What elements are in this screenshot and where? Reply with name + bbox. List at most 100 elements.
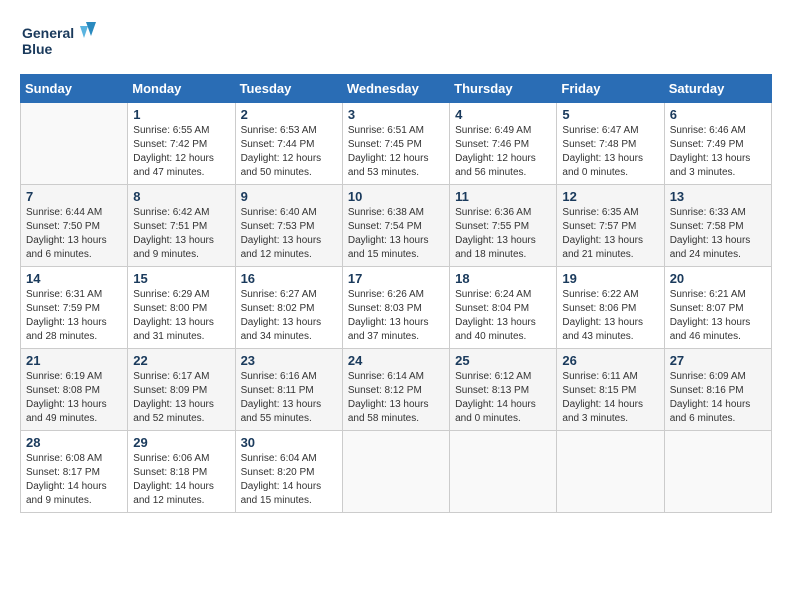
day-info: Sunrise: 6:35 AMSunset: 7:57 PMDaylight:… <box>562 206 658 262</box>
day-number: 28 <box>26 435 122 450</box>
day-number: 18 <box>455 271 551 286</box>
day-info: Sunrise: 6:06 AMSunset: 8:18 PMDaylight:… <box>133 452 229 508</box>
day-number: 23 <box>241 353 337 368</box>
logo: General Blue <box>20 20 100 64</box>
calendar-table: SundayMondayTuesdayWednesdayThursdayFrid… <box>20 74 772 513</box>
calendar-cell: 28 Sunrise: 6:08 AMSunset: 8:17 PMDayligh… <box>21 431 128 513</box>
day-info: Sunrise: 6:31 AMSunset: 7:59 PMDaylight:… <box>26 288 122 344</box>
calendar-cell: 15 Sunrise: 6:29 AMSunset: 8:00 PMDayligh… <box>128 267 235 349</box>
day-number: 1 <box>133 107 229 122</box>
day-info: Sunrise: 6:26 AMSunset: 8:03 PMDaylight:… <box>348 288 444 344</box>
day-info: Sunrise: 6:04 AMSunset: 8:20 PMDaylight:… <box>241 452 337 508</box>
calendar-cell: 13 Sunrise: 6:33 AMSunset: 7:58 PMDayligh… <box>664 185 771 267</box>
calendar-cell: 8Sunrise: 6:42 AMSunset: 7:51 PMDaylight… <box>128 185 235 267</box>
day-info: Sunrise: 6:55 AMSunset: 7:42 PMDaylight:… <box>133 124 229 180</box>
calendar-cell: 30 Sunrise: 6:04 AMSunset: 8:20 PMDayligh… <box>235 431 342 513</box>
calendar-cell: 5Sunrise: 6:47 AMSunset: 7:48 PMDaylight… <box>557 103 664 185</box>
calendar-cell <box>664 431 771 513</box>
day-number: 21 <box>26 353 122 368</box>
day-number: 2 <box>241 107 337 122</box>
day-info: Sunrise: 6:36 AMSunset: 7:55 PMDaylight:… <box>455 206 551 262</box>
day-info: Sunrise: 6:44 AMSunset: 7:50 PMDaylight:… <box>26 206 122 262</box>
day-number: 25 <box>455 353 551 368</box>
day-info: Sunrise: 6:08 AMSunset: 8:17 PMDaylight:… <box>26 452 122 508</box>
day-info: Sunrise: 6:17 AMSunset: 8:09 PMDaylight:… <box>133 370 229 426</box>
calendar-cell: 19 Sunrise: 6:22 AMSunset: 8:06 PMDayligh… <box>557 267 664 349</box>
day-info: Sunrise: 6:53 AMSunset: 7:44 PMDaylight:… <box>241 124 337 180</box>
calendar-cell: 17 Sunrise: 6:26 AMSunset: 8:03 PMDayligh… <box>342 267 449 349</box>
calendar-cell: 20 Sunrise: 6:21 AMSunset: 8:07 PMDayligh… <box>664 267 771 349</box>
day-number: 17 <box>348 271 444 286</box>
day-number: 20 <box>670 271 766 286</box>
day-number: 10 <box>348 189 444 204</box>
day-info: Sunrise: 6:09 AMSunset: 8:16 PMDaylight:… <box>670 370 766 426</box>
weekday-header: Thursday <box>450 75 557 103</box>
calendar-cell: 26 Sunrise: 6:11 AMSunset: 8:15 PMDayligh… <box>557 349 664 431</box>
svg-text:General: General <box>22 25 74 41</box>
day-number: 8 <box>133 189 229 204</box>
day-number: 19 <box>562 271 658 286</box>
day-number: 29 <box>133 435 229 450</box>
weekday-header: Friday <box>557 75 664 103</box>
day-info: Sunrise: 6:16 AMSunset: 8:11 PMDaylight:… <box>241 370 337 426</box>
day-number: 13 <box>670 189 766 204</box>
weekday-header: Saturday <box>664 75 771 103</box>
day-number: 9 <box>241 189 337 204</box>
page-header: General Blue <box>20 20 772 64</box>
calendar-cell: 11Sunrise: 6:36 AMSunset: 7:55 PMDayligh… <box>450 185 557 267</box>
day-number: 16 <box>241 271 337 286</box>
svg-text:Blue: Blue <box>22 41 53 57</box>
calendar-cell: 25 Sunrise: 6:12 AMSunset: 8:13 PMDayligh… <box>450 349 557 431</box>
calendar-week-row: 14 Sunrise: 6:31 AMSunset: 7:59 PMDayligh… <box>21 267 772 349</box>
calendar-week-row: 28 Sunrise: 6:08 AMSunset: 8:17 PMDayligh… <box>21 431 772 513</box>
calendar-cell: 1 Sunrise: 6:55 AMSunset: 7:42 PMDaylight… <box>128 103 235 185</box>
calendar-cell: 29 Sunrise: 6:06 AMSunset: 8:18 PMDayligh… <box>128 431 235 513</box>
day-info: Sunrise: 6:22 AMSunset: 8:06 PMDaylight:… <box>562 288 658 344</box>
day-number: 22 <box>133 353 229 368</box>
day-number: 26 <box>562 353 658 368</box>
calendar-cell <box>557 431 664 513</box>
day-number: 3 <box>348 107 444 122</box>
day-info: Sunrise: 6:38 AMSunset: 7:54 PMDaylight:… <box>348 206 444 262</box>
calendar-cell: 24 Sunrise: 6:14 AMSunset: 8:12 PMDayligh… <box>342 349 449 431</box>
calendar-cell: 10 Sunrise: 6:38 AMSunset: 7:54 PMDayligh… <box>342 185 449 267</box>
weekday-header: Wednesday <box>342 75 449 103</box>
day-info: Sunrise: 6:11 AMSunset: 8:15 PMDaylight:… <box>562 370 658 426</box>
day-number: 4 <box>455 107 551 122</box>
calendar-cell: 12 Sunrise: 6:35 AMSunset: 7:57 PMDayligh… <box>557 185 664 267</box>
calendar-cell: 6Sunrise: 6:46 AMSunset: 7:49 PMDaylight… <box>664 103 771 185</box>
day-info: Sunrise: 6:40 AMSunset: 7:53 PMDaylight:… <box>241 206 337 262</box>
weekday-header: Tuesday <box>235 75 342 103</box>
calendar-cell: 3Sunrise: 6:51 AMSunset: 7:45 PMDaylight… <box>342 103 449 185</box>
calendar-cell: 21 Sunrise: 6:19 AMSunset: 8:08 PMDayligh… <box>21 349 128 431</box>
calendar-cell: 7 Sunrise: 6:44 AMSunset: 7:50 PMDaylight… <box>21 185 128 267</box>
day-number: 15 <box>133 271 229 286</box>
day-info: Sunrise: 6:33 AMSunset: 7:58 PMDaylight:… <box>670 206 766 262</box>
day-number: 6 <box>670 107 766 122</box>
calendar-cell: 22 Sunrise: 6:17 AMSunset: 8:09 PMDayligh… <box>128 349 235 431</box>
calendar-cell <box>342 431 449 513</box>
day-number: 14 <box>26 271 122 286</box>
day-info: Sunrise: 6:19 AMSunset: 8:08 PMDaylight:… <box>26 370 122 426</box>
day-info: Sunrise: 6:29 AMSunset: 8:00 PMDaylight:… <box>133 288 229 344</box>
day-info: Sunrise: 6:24 AMSunset: 8:04 PMDaylight:… <box>455 288 551 344</box>
calendar-week-row: 21 Sunrise: 6:19 AMSunset: 8:08 PMDayligh… <box>21 349 772 431</box>
day-number: 12 <box>562 189 658 204</box>
day-number: 24 <box>348 353 444 368</box>
calendar-cell: 14 Sunrise: 6:31 AMSunset: 7:59 PMDayligh… <box>21 267 128 349</box>
weekday-header: Sunday <box>21 75 128 103</box>
day-info: Sunrise: 6:21 AMSunset: 8:07 PMDaylight:… <box>670 288 766 344</box>
day-info: Sunrise: 6:49 AMSunset: 7:46 PMDaylight:… <box>455 124 551 180</box>
day-info: Sunrise: 6:14 AMSunset: 8:12 PMDaylight:… <box>348 370 444 426</box>
calendar-cell <box>450 431 557 513</box>
day-number: 7 <box>26 189 122 204</box>
calendar-cell: 16Sunrise: 6:27 AMSunset: 8:02 PMDayligh… <box>235 267 342 349</box>
calendar-cell <box>21 103 128 185</box>
calendar-cell: 2 Sunrise: 6:53 AMSunset: 7:44 PMDaylight… <box>235 103 342 185</box>
calendar-cell: 23 Sunrise: 6:16 AMSunset: 8:11 PMDayligh… <box>235 349 342 431</box>
day-number: 30 <box>241 435 337 450</box>
calendar-cell: 4 Sunrise: 6:49 AMSunset: 7:46 PMDaylight… <box>450 103 557 185</box>
day-info: Sunrise: 6:12 AMSunset: 8:13 PMDaylight:… <box>455 370 551 426</box>
day-info: Sunrise: 6:47 AMSunset: 7:48 PMDaylight:… <box>562 124 658 180</box>
calendar-week-row: 1 Sunrise: 6:55 AMSunset: 7:42 PMDaylight… <box>21 103 772 185</box>
